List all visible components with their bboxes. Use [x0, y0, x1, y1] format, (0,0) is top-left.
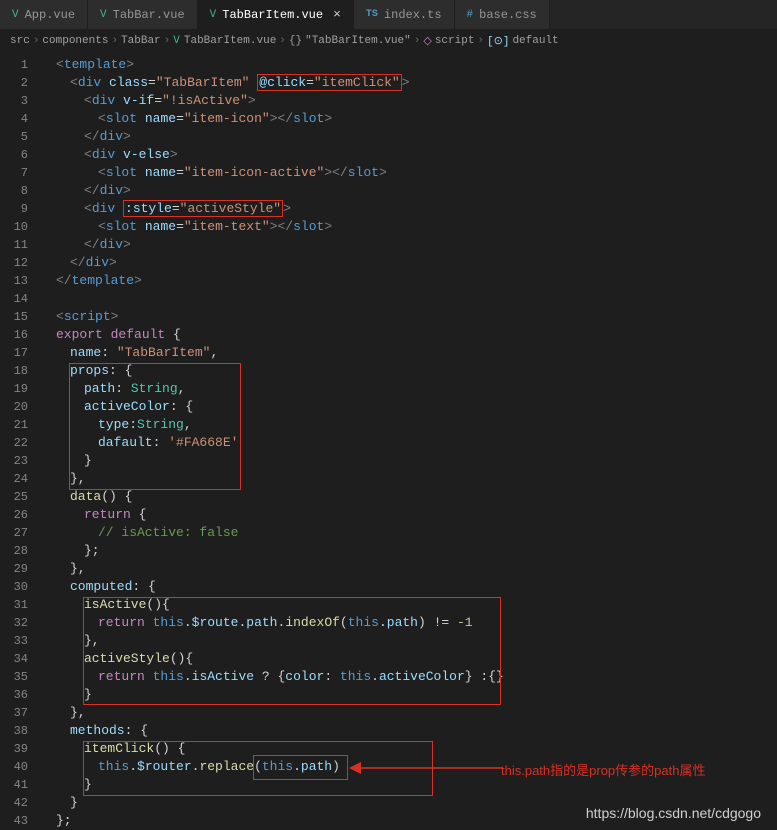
- watermark: https://blog.csdn.net/cdgogo: [586, 805, 761, 821]
- tab-bar: V App.vue V TabBar.vue V TabBarItem.vue …: [0, 0, 777, 30]
- bc-components[interactable]: components: [42, 35, 108, 47]
- tab-label: TabBarItem.vue: [222, 8, 323, 22]
- chevron-right-icon: ›: [279, 35, 286, 47]
- tab-index-ts[interactable]: TS index.ts: [354, 0, 455, 29]
- bc-file[interactable]: TabBarItem.vue: [184, 35, 276, 47]
- chevron-right-icon: ›: [111, 35, 118, 47]
- close-icon[interactable]: ×: [333, 7, 341, 22]
- bc-tabbar[interactable]: TabBar: [121, 35, 161, 47]
- chevron-right-icon: ›: [33, 35, 40, 47]
- ts-icon: TS: [366, 9, 378, 20]
- code-area[interactable]: <template> <div class="TabBarItem" @clic…: [42, 52, 777, 829]
- script-icon: ◇: [423, 34, 431, 48]
- bc-src[interactable]: src: [10, 35, 30, 47]
- line-gutter: 1234567891011121314151617181920212223242…: [0, 52, 42, 829]
- bc-item[interactable]: "TabBarItem.vue": [305, 35, 411, 47]
- highlight-click: @click="itemClick": [257, 74, 401, 91]
- tab-app-vue[interactable]: V App.vue: [0, 0, 88, 29]
- vue-icon: V: [100, 9, 107, 21]
- bc-script[interactable]: script: [435, 35, 475, 47]
- highlight-style: :style="activeStyle": [123, 200, 283, 217]
- tab-base-css[interactable]: # base.css: [455, 0, 550, 29]
- braces-icon: {}: [289, 35, 302, 47]
- code-editor[interactable]: 1234567891011121314151617181920212223242…: [0, 52, 777, 829]
- breadcrumb[interactable]: src › components › TabBar › V TabBarItem…: [0, 30, 777, 52]
- css-icon: #: [467, 9, 474, 21]
- tab-label: TabBar.vue: [113, 8, 185, 22]
- vue-icon: V: [210, 9, 217, 21]
- tab-label: base.css: [479, 8, 537, 22]
- tab-label: index.ts: [384, 8, 442, 22]
- vue-icon: V: [12, 9, 19, 21]
- tab-label: App.vue: [25, 8, 75, 22]
- tab-tabbar-vue[interactable]: V TabBar.vue: [88, 0, 198, 29]
- chevron-right-icon: ›: [164, 35, 171, 47]
- object-icon: [⊙]: [487, 34, 509, 48]
- chevron-right-icon: ›: [477, 35, 484, 47]
- chevron-right-icon: ›: [414, 35, 421, 47]
- bc-default[interactable]: default: [512, 35, 558, 47]
- tab-tabbaritem-vue[interactable]: V TabBarItem.vue ×: [198, 0, 354, 29]
- annotation-text: this.path指的是prop传参的path属性: [501, 760, 705, 779]
- vue-icon: V: [173, 35, 180, 47]
